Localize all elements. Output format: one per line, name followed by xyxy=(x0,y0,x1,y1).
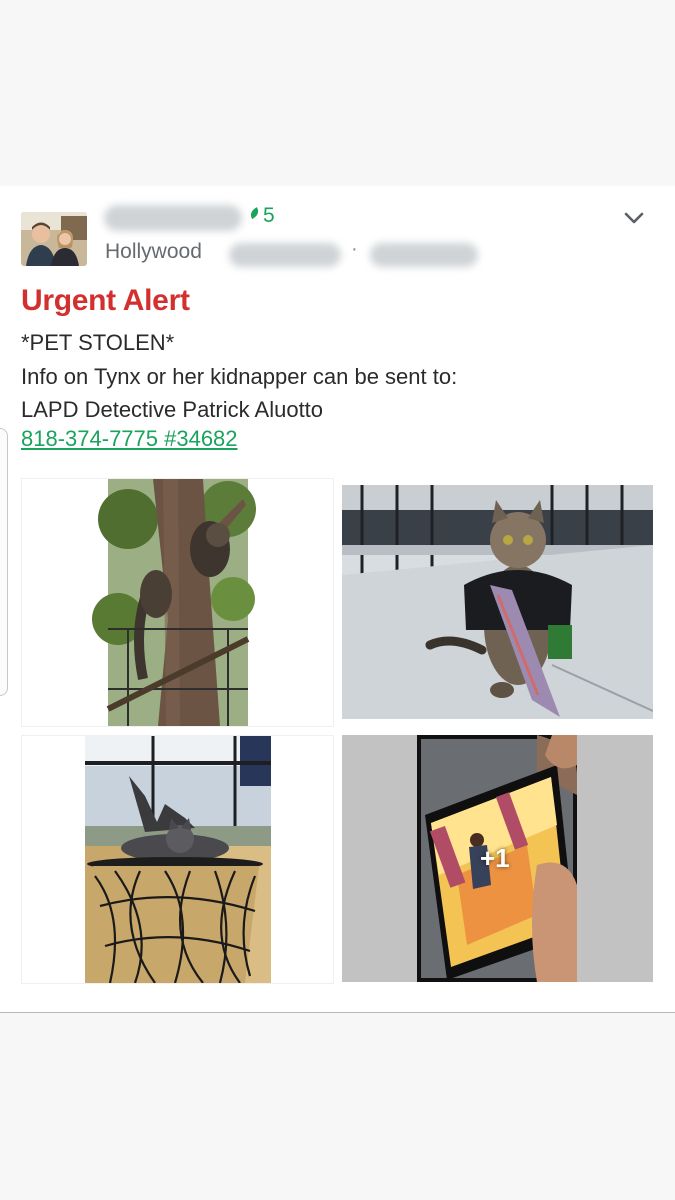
leaf-icon xyxy=(246,205,263,223)
photo-cat-on-basket[interactable] xyxy=(21,735,334,984)
post-line-3: LAPD Detective Patrick Aluotto xyxy=(21,397,324,422)
phone-link[interactable]: 818-374-7775 #34682 xyxy=(21,426,238,452)
author-name-redacted[interactable] xyxy=(104,205,242,231)
meta-separator: · xyxy=(351,238,358,260)
karma-count: 5 xyxy=(263,204,275,227)
side-panel-handle[interactable] xyxy=(0,428,8,696)
post-line-2: Info on Tynx or her kidnapper can be sen… xyxy=(21,364,458,389)
photo-cat-in-tree[interactable] xyxy=(21,478,334,727)
author-karma: 5 xyxy=(249,204,275,228)
post-line-1: *PET STOLEN* xyxy=(21,330,175,355)
post-title: Urgent Alert xyxy=(21,284,190,317)
author-avatar[interactable] xyxy=(21,212,87,266)
location-redacted xyxy=(229,243,341,267)
chevron-down-icon[interactable] xyxy=(621,205,647,231)
timestamp-redacted xyxy=(370,243,478,267)
photo-cat-in-jacket[interactable] xyxy=(342,485,653,719)
more-photos-count[interactable]: +1 xyxy=(480,843,510,874)
post-divider xyxy=(0,1012,675,1013)
location-label[interactable]: Hollywood xyxy=(105,240,202,264)
